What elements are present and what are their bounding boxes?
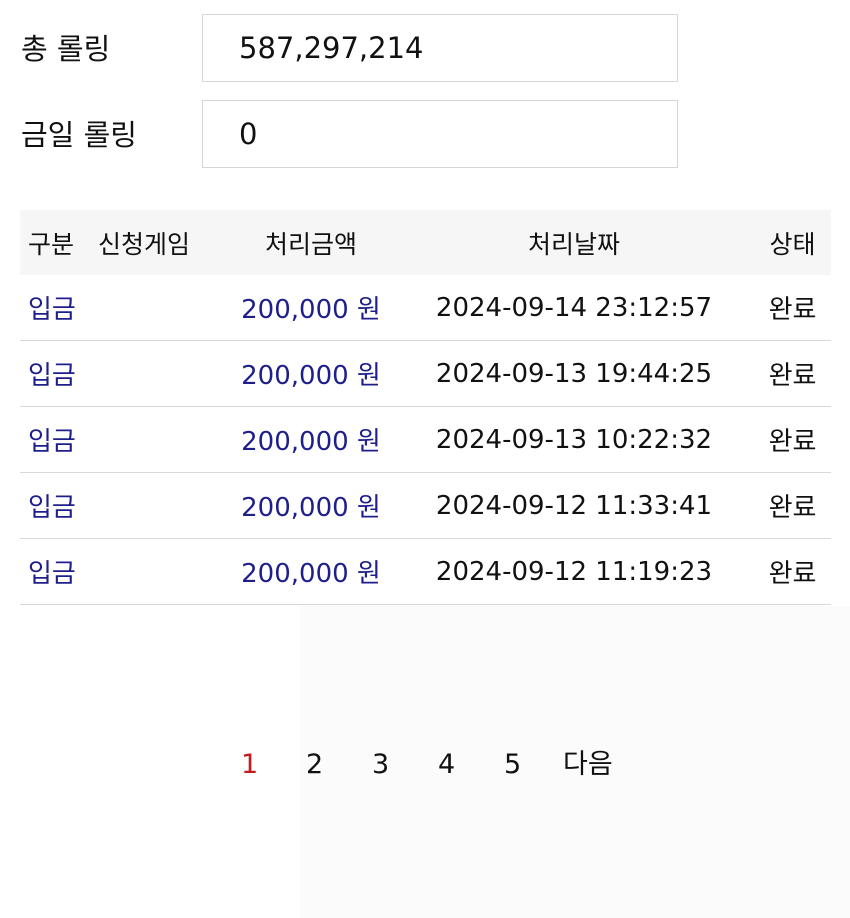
cell-game — [98, 538, 228, 605]
cell-amount: 200,000 원 — [228, 472, 394, 539]
page-link-3[interactable]: 3 — [372, 742, 389, 788]
header-amount: 처리금액 — [228, 210, 394, 275]
today-rolling-field: 0 — [202, 100, 678, 168]
cell-type: 입금 — [20, 472, 98, 539]
cell-date: 2024-09-14 23:12:57 — [394, 275, 754, 341]
cell-amount: 200,000 원 — [228, 275, 394, 341]
next-page-link[interactable]: 다음 — [563, 742, 613, 788]
total-rolling-row: 총 롤링 587,297,214 — [0, 14, 850, 84]
page-link-2[interactable]: 2 — [306, 742, 323, 788]
cell-date: 2024-09-12 11:33:41 — [394, 472, 754, 539]
pagination: 1 2 3 4 5 다음 — [0, 742, 850, 788]
cell-status: 완료 — [754, 406, 831, 473]
today-rolling-label: 금일 롤링 — [21, 118, 137, 152]
cell-amount: 200,000 원 — [228, 538, 394, 605]
today-rolling-row: 금일 롤링 0 — [0, 100, 850, 170]
rolling-history-table: 구분 신청게임 처리금액 처리날짜 상태 입금 200,000 원 2024-0… — [20, 210, 831, 605]
cell-game — [98, 340, 228, 407]
cell-status: 완료 — [754, 472, 831, 539]
cell-type: 입금 — [20, 275, 98, 341]
cell-type: 입금 — [20, 538, 98, 605]
page-link-4[interactable]: 4 — [438, 742, 455, 788]
cell-date: 2024-09-12 11:19:23 — [394, 538, 754, 605]
header-date: 처리날짜 — [394, 210, 754, 275]
cell-status: 완료 — [754, 275, 831, 341]
header-type: 구분 — [20, 210, 98, 275]
table-header-row: 구분 신청게임 처리금액 처리날짜 상태 — [20, 210, 831, 275]
cell-game — [98, 275, 228, 341]
total-rolling-label: 총 롤링 — [21, 32, 111, 66]
cell-type: 입금 — [20, 406, 98, 473]
header-status: 상태 — [754, 210, 831, 275]
table-row: 입금 200,000 원 2024-09-13 19:44:25 완료 — [20, 340, 831, 407]
table-row: 입금 200,000 원 2024-09-12 11:33:41 완료 — [20, 472, 831, 539]
table-row: 입금 200,000 원 2024-09-13 10:22:32 완료 — [20, 406, 831, 473]
cell-date: 2024-09-13 10:22:32 — [394, 406, 754, 473]
cell-status: 완료 — [754, 538, 831, 605]
cell-type: 입금 — [20, 340, 98, 407]
table-row: 입금 200,000 원 2024-09-12 11:19:23 완료 — [20, 538, 831, 605]
today-rolling-value: 0 — [239, 117, 258, 151]
page-link-5[interactable]: 5 — [504, 742, 521, 788]
cell-date: 2024-09-13 19:44:25 — [394, 340, 754, 407]
total-rolling-value: 587,297,214 — [239, 31, 424, 65]
cell-game — [98, 472, 228, 539]
cell-amount: 200,000 원 — [228, 406, 394, 473]
header-game: 신청게임 — [98, 210, 228, 275]
cell-amount: 200,000 원 — [228, 340, 394, 407]
table-row: 입금 200,000 원 2024-09-14 23:12:57 완료 — [20, 275, 831, 341]
page-link-1[interactable]: 1 — [241, 742, 258, 788]
total-rolling-field: 587,297,214 — [202, 14, 678, 82]
cell-status: 완료 — [754, 340, 831, 407]
cell-game — [98, 406, 228, 473]
